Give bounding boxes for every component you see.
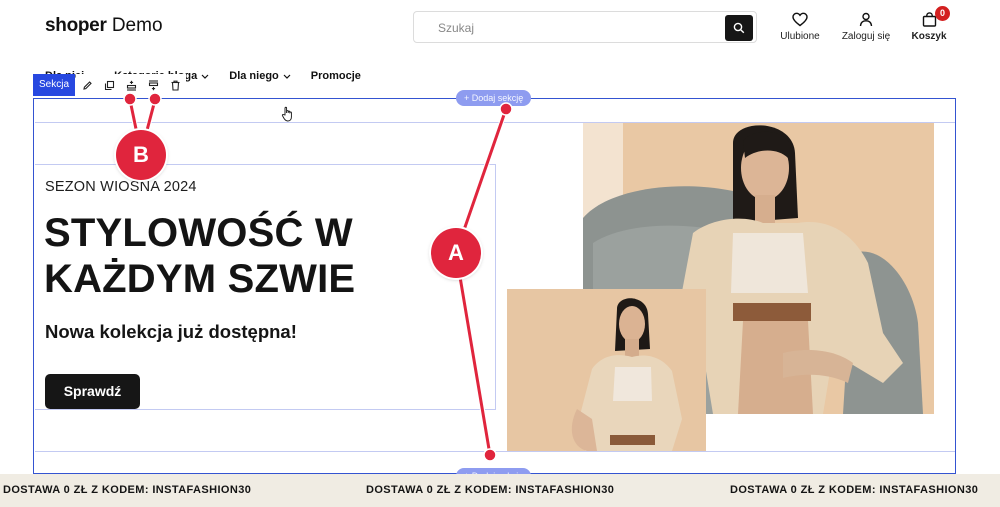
annotation-lines	[123, 92, 513, 462]
promo-text: DOSTAWA 0 ZŁ Z KODEM: INSTAFASHION30	[730, 484, 979, 496]
promo-text: DOSTAWA 0 ZŁ Z KODEM: INSTAFASHION30	[366, 484, 615, 496]
annotation-marker-a: A	[431, 228, 481, 278]
annotation-marker-b: B	[116, 130, 166, 180]
promo-marquee: DOSTAWA 0 ZŁ Z KODEM: INSTAFASHION30 DOS…	[0, 474, 1000, 507]
promo-text: DOSTAWA 0 ZŁ Z KODEM: INSTAFASHION30	[3, 484, 252, 496]
